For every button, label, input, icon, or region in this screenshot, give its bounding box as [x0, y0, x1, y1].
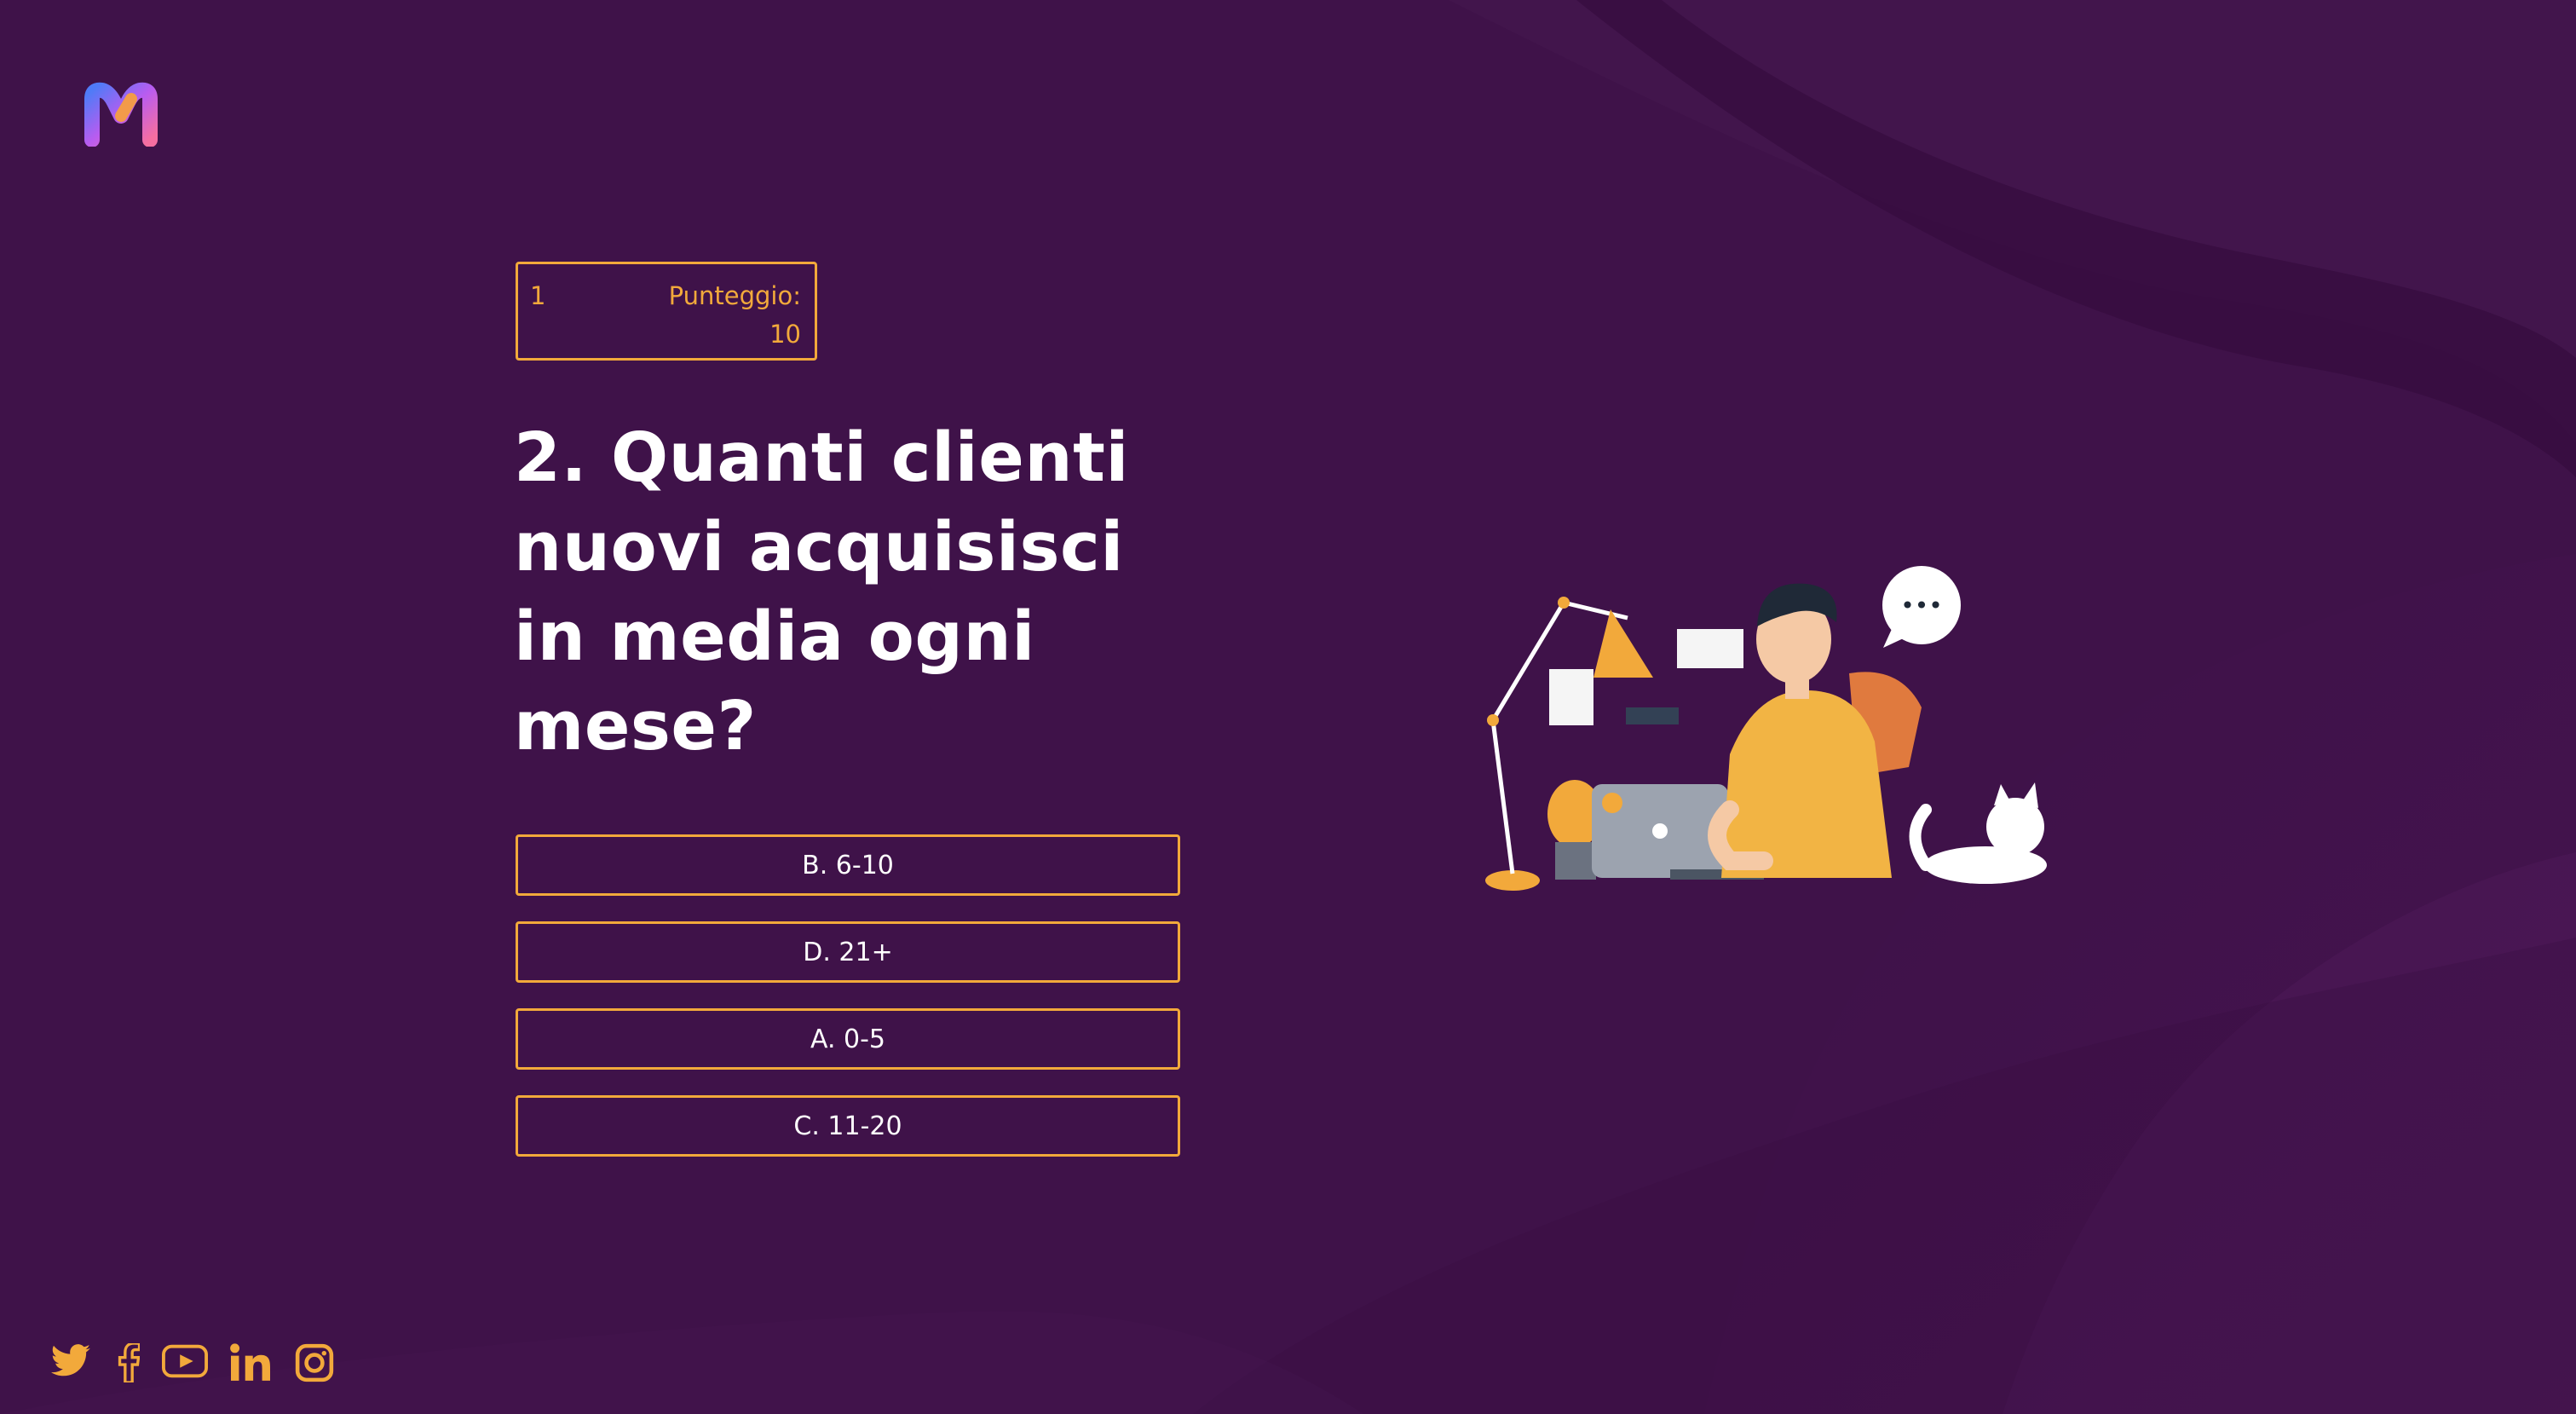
brand-logo[interactable]: [82, 82, 160, 147]
cat: [1909, 782, 2047, 884]
wall-item: [1626, 707, 1679, 724]
twitter-icon[interactable]: [49, 1343, 92, 1384]
linkedin-icon[interactable]: [228, 1343, 273, 1386]
answer-option-a[interactable]: A. 0-5: [516, 1008, 1180, 1070]
person: [1708, 583, 1892, 878]
answer-option-b[interactable]: B. 6-10: [516, 834, 1180, 896]
wave-background: [0, 0, 2576, 1414]
worker-illustration: •••: [1485, 566, 2047, 891]
speech-bubble: •••: [1882, 566, 1961, 648]
facebook-icon[interactable]: [118, 1342, 141, 1386]
answer-list: B. 6-10 D. 21+ A. 0-5 C. 11-20: [516, 834, 1180, 1182]
answer-option-c[interactable]: C. 11-20: [516, 1095, 1180, 1157]
question-line: nuovi acquisisci: [514, 508, 1124, 586]
question-counter: 1: [530, 281, 546, 310]
youtube-icon[interactable]: [162, 1343, 208, 1382]
instagram-icon[interactable]: [295, 1343, 334, 1386]
question-line: 2. Quanti clienti: [514, 418, 1129, 497]
note-paper: [1549, 669, 1593, 725]
score-label: Punteggio:: [668, 281, 801, 310]
note-card: [1677, 629, 1743, 668]
speech-bubble-dots: •••: [1900, 592, 1943, 620]
score-box: 1 Punteggio: 10: [516, 262, 817, 361]
answer-option-d[interactable]: D. 21+: [516, 921, 1180, 983]
question-line: in media ogni: [514, 597, 1035, 676]
question-line: mese?: [514, 687, 757, 765]
score-value: 10: [769, 320, 801, 349]
question-title: 2. Quanti clienti nuovi acquisisci in me…: [514, 413, 1161, 771]
